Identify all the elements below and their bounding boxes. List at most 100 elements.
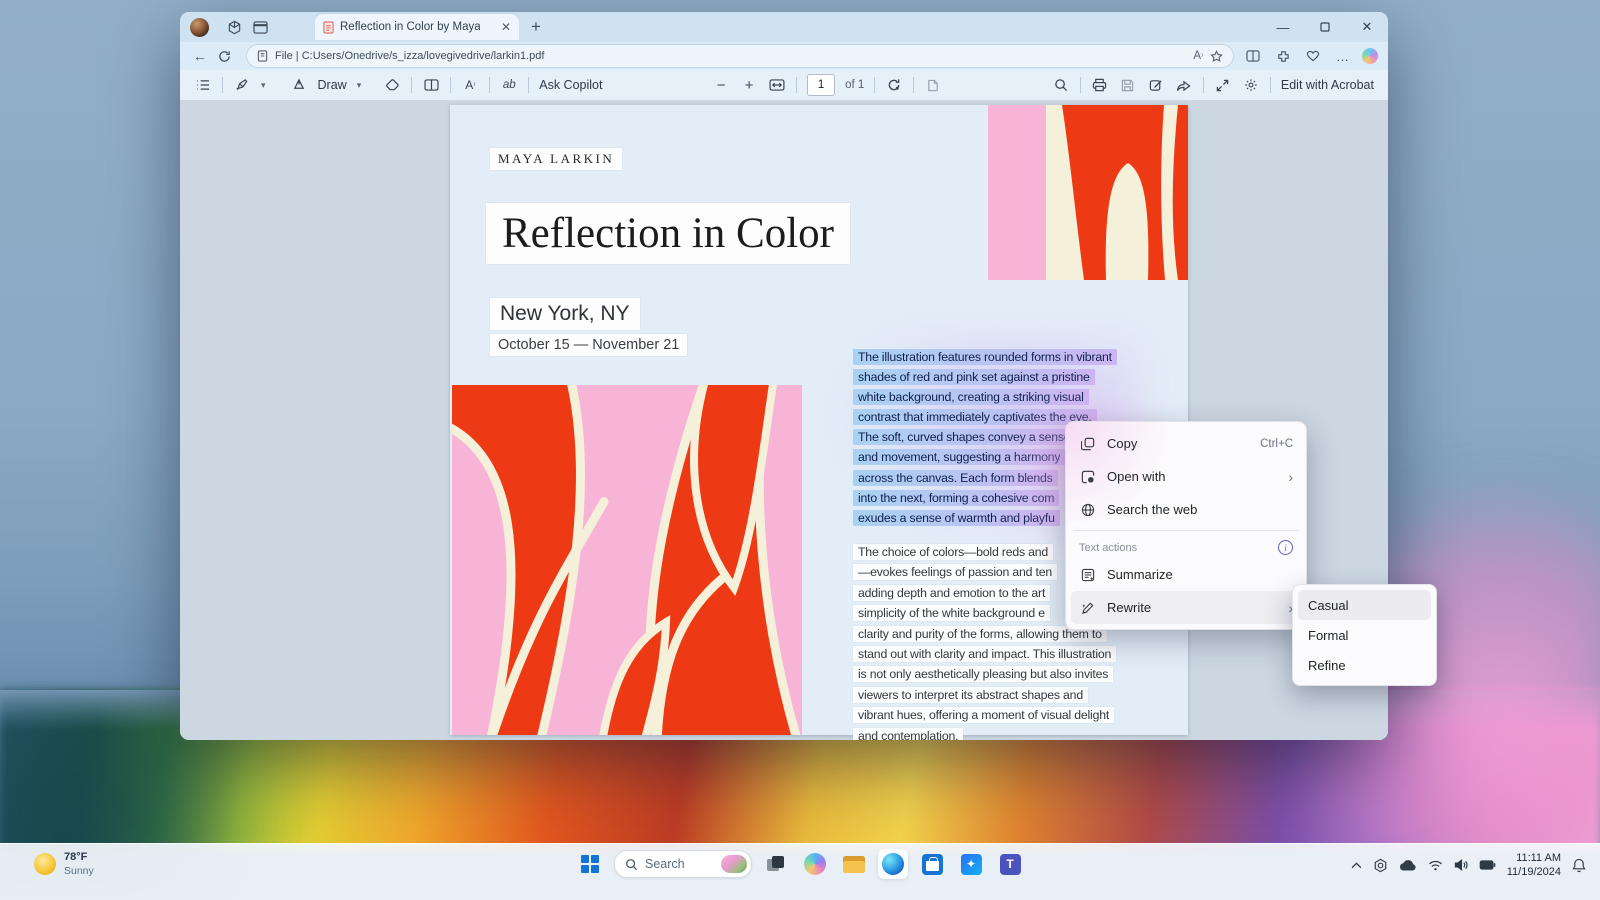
file-explorer-icon [843,856,865,873]
battery-icon[interactable] [1479,860,1496,870]
start-button[interactable] [575,849,605,879]
browser-essentials-icon[interactable] [1302,50,1324,62]
globe-icon [1079,503,1096,517]
tray-app-icon[interactable] [1373,858,1388,873]
two-page-view-icon[interactable] [422,74,440,96]
workspaces-icon[interactable] [221,16,247,38]
settings-gear-icon[interactable] [1242,74,1260,96]
draw-dropdown-icon[interactable]: ▾ [357,80,362,91]
draw-button[interactable]: Draw [318,78,347,92]
rewrite-submenu: Casual Formal Refine [1292,584,1437,686]
menu-section-label: Text actions [1079,542,1137,554]
artwork-left [452,385,802,735]
rotate-icon[interactable] [885,74,903,96]
file-icon [257,50,268,62]
draw-pen-icon[interactable] [290,74,308,96]
extensions-icon[interactable] [1272,50,1294,63]
desktop: Reflection in Color by Maya Lark ✕ + — ✕… [0,0,1600,900]
teams-icon: T [1000,854,1021,875]
body-line: stand out with clarity and impact. This … [853,646,1116,662]
task-view-button[interactable] [761,849,791,879]
settings-menu-icon[interactable]: … [1332,49,1354,64]
split-screen-icon[interactable] [1242,50,1264,62]
body-line: vibrant hues, offering a moment of visua… [853,707,1114,723]
refresh-icon[interactable] [218,50,238,63]
tab-title: Reflection in Color by Maya Lark [340,21,480,33]
translate-icon[interactable]: ab [500,74,518,96]
ask-copilot-button[interactable]: Ask Copilot [539,78,602,92]
page-view-icon[interactable] [924,74,942,96]
pdf-viewport[interactable]: MAYA LARKIN Reflection in Color New York… [180,100,1388,740]
zoom-in-icon[interactable]: + [740,74,758,96]
body-line: is not only aesthetically pleasing but a… [853,666,1113,682]
maximize-button[interactable] [1304,12,1346,42]
minimize-button[interactable]: — [1262,12,1304,42]
tray-chevron-icon[interactable] [1351,862,1362,869]
read-aloud-pdf-icon[interactable]: A⁾ [461,74,479,96]
search-highlight-image [721,855,747,873]
menu-item-open-with[interactable]: Open with › [1071,460,1301,493]
address-bar[interactable]: File | C:Users/Onedrive/s_izza/lovegived… [246,44,1234,68]
page-number-input[interactable]: 1 [807,74,835,96]
edit-icon[interactable] [1147,74,1165,96]
share-icon[interactable] [1175,74,1193,96]
onedrive-cloud-icon[interactable] [1399,859,1417,871]
close-button[interactable]: ✕ [1346,12,1388,42]
favorites-star-icon[interactable] [1210,50,1223,63]
tab-actions-icon[interactable] [247,16,273,38]
read-aloud-icon[interactable]: A⁾ [1193,50,1203,62]
profile-avatar[interactable] [190,18,209,37]
menu-item-search-web[interactable]: Search the web [1071,493,1301,526]
fullscreen-icon[interactable] [1214,74,1232,96]
taskbar-tray: 11:11 AM 11/19/2024 [1351,851,1586,880]
taskbar-weather-widget[interactable]: 78°F Sunny [34,851,94,878]
submenu-item-formal[interactable]: Formal [1298,620,1431,650]
body-line: —evokes feelings of passion and ten [853,564,1057,580]
menu-item-copy[interactable]: Copy Ctrl+C [1071,427,1301,460]
edge-button[interactable] [878,849,908,879]
artwork-top-right [988,105,1188,280]
clock-date: 11/19/2024 [1507,865,1561,879]
pdf-file-icon [323,21,334,34]
microsoft-store-button[interactable] [917,849,947,879]
menu-divider [1073,530,1299,531]
print-icon[interactable] [1091,74,1109,96]
search-document-icon[interactable] [1052,74,1070,96]
context-menu: Copy Ctrl+C Open with › Search the web [1065,421,1307,630]
menu-item-rewrite[interactable]: Rewrite › [1071,591,1301,624]
file-explorer-button[interactable] [839,849,869,879]
table-of-contents-icon[interactable] [194,74,212,96]
pdf-toolbar: ▾ Draw ▾ [180,70,1388,101]
menu-item-label: Copy [1107,436,1137,451]
windows-logo-icon [581,855,599,873]
info-icon[interactable]: i [1278,540,1293,555]
menu-item-summarize[interactable]: Summarize [1071,558,1301,591]
search-icon [625,858,638,871]
save-icon[interactable] [1119,74,1137,96]
microsoft-365-button[interactable]: ✦ [956,849,986,879]
teams-button[interactable]: T [995,849,1025,879]
microsoft-365-icon: ✦ [961,854,982,875]
highlighter-dropdown-icon[interactable]: ▾ [261,80,266,91]
fit-to-width-icon[interactable] [768,74,786,96]
taskbar-clock[interactable]: 11:11 AM 11/19/2024 [1507,851,1561,880]
copilot-app-button[interactable] [800,849,830,879]
back-icon[interactable]: ← [190,48,210,64]
task-view-icon [767,856,785,872]
edit-with-acrobat-button[interactable]: Edit with Acrobat [1281,78,1374,92]
doc-location: New York, NY [490,298,640,330]
submenu-item-refine[interactable]: Refine [1298,650,1431,680]
submenu-item-casual[interactable]: Casual [1298,590,1431,620]
tab-close-icon[interactable]: ✕ [501,20,511,34]
clock-time: 11:11 AM [1507,851,1561,865]
eraser-icon[interactable] [383,74,401,96]
wifi-icon[interactable] [1428,860,1443,871]
taskbar-search[interactable]: Search [614,850,752,878]
zoom-out-icon[interactable]: − [712,74,730,96]
new-tab-button[interactable]: + [531,17,541,37]
copilot-icon[interactable] [1362,48,1378,64]
volume-icon[interactable] [1454,859,1468,871]
browser-tab[interactable]: Reflection in Color by Maya Lark ✕ [315,14,519,40]
highlighter-icon[interactable] [233,74,251,96]
notification-bell-icon[interactable] [1572,858,1586,873]
